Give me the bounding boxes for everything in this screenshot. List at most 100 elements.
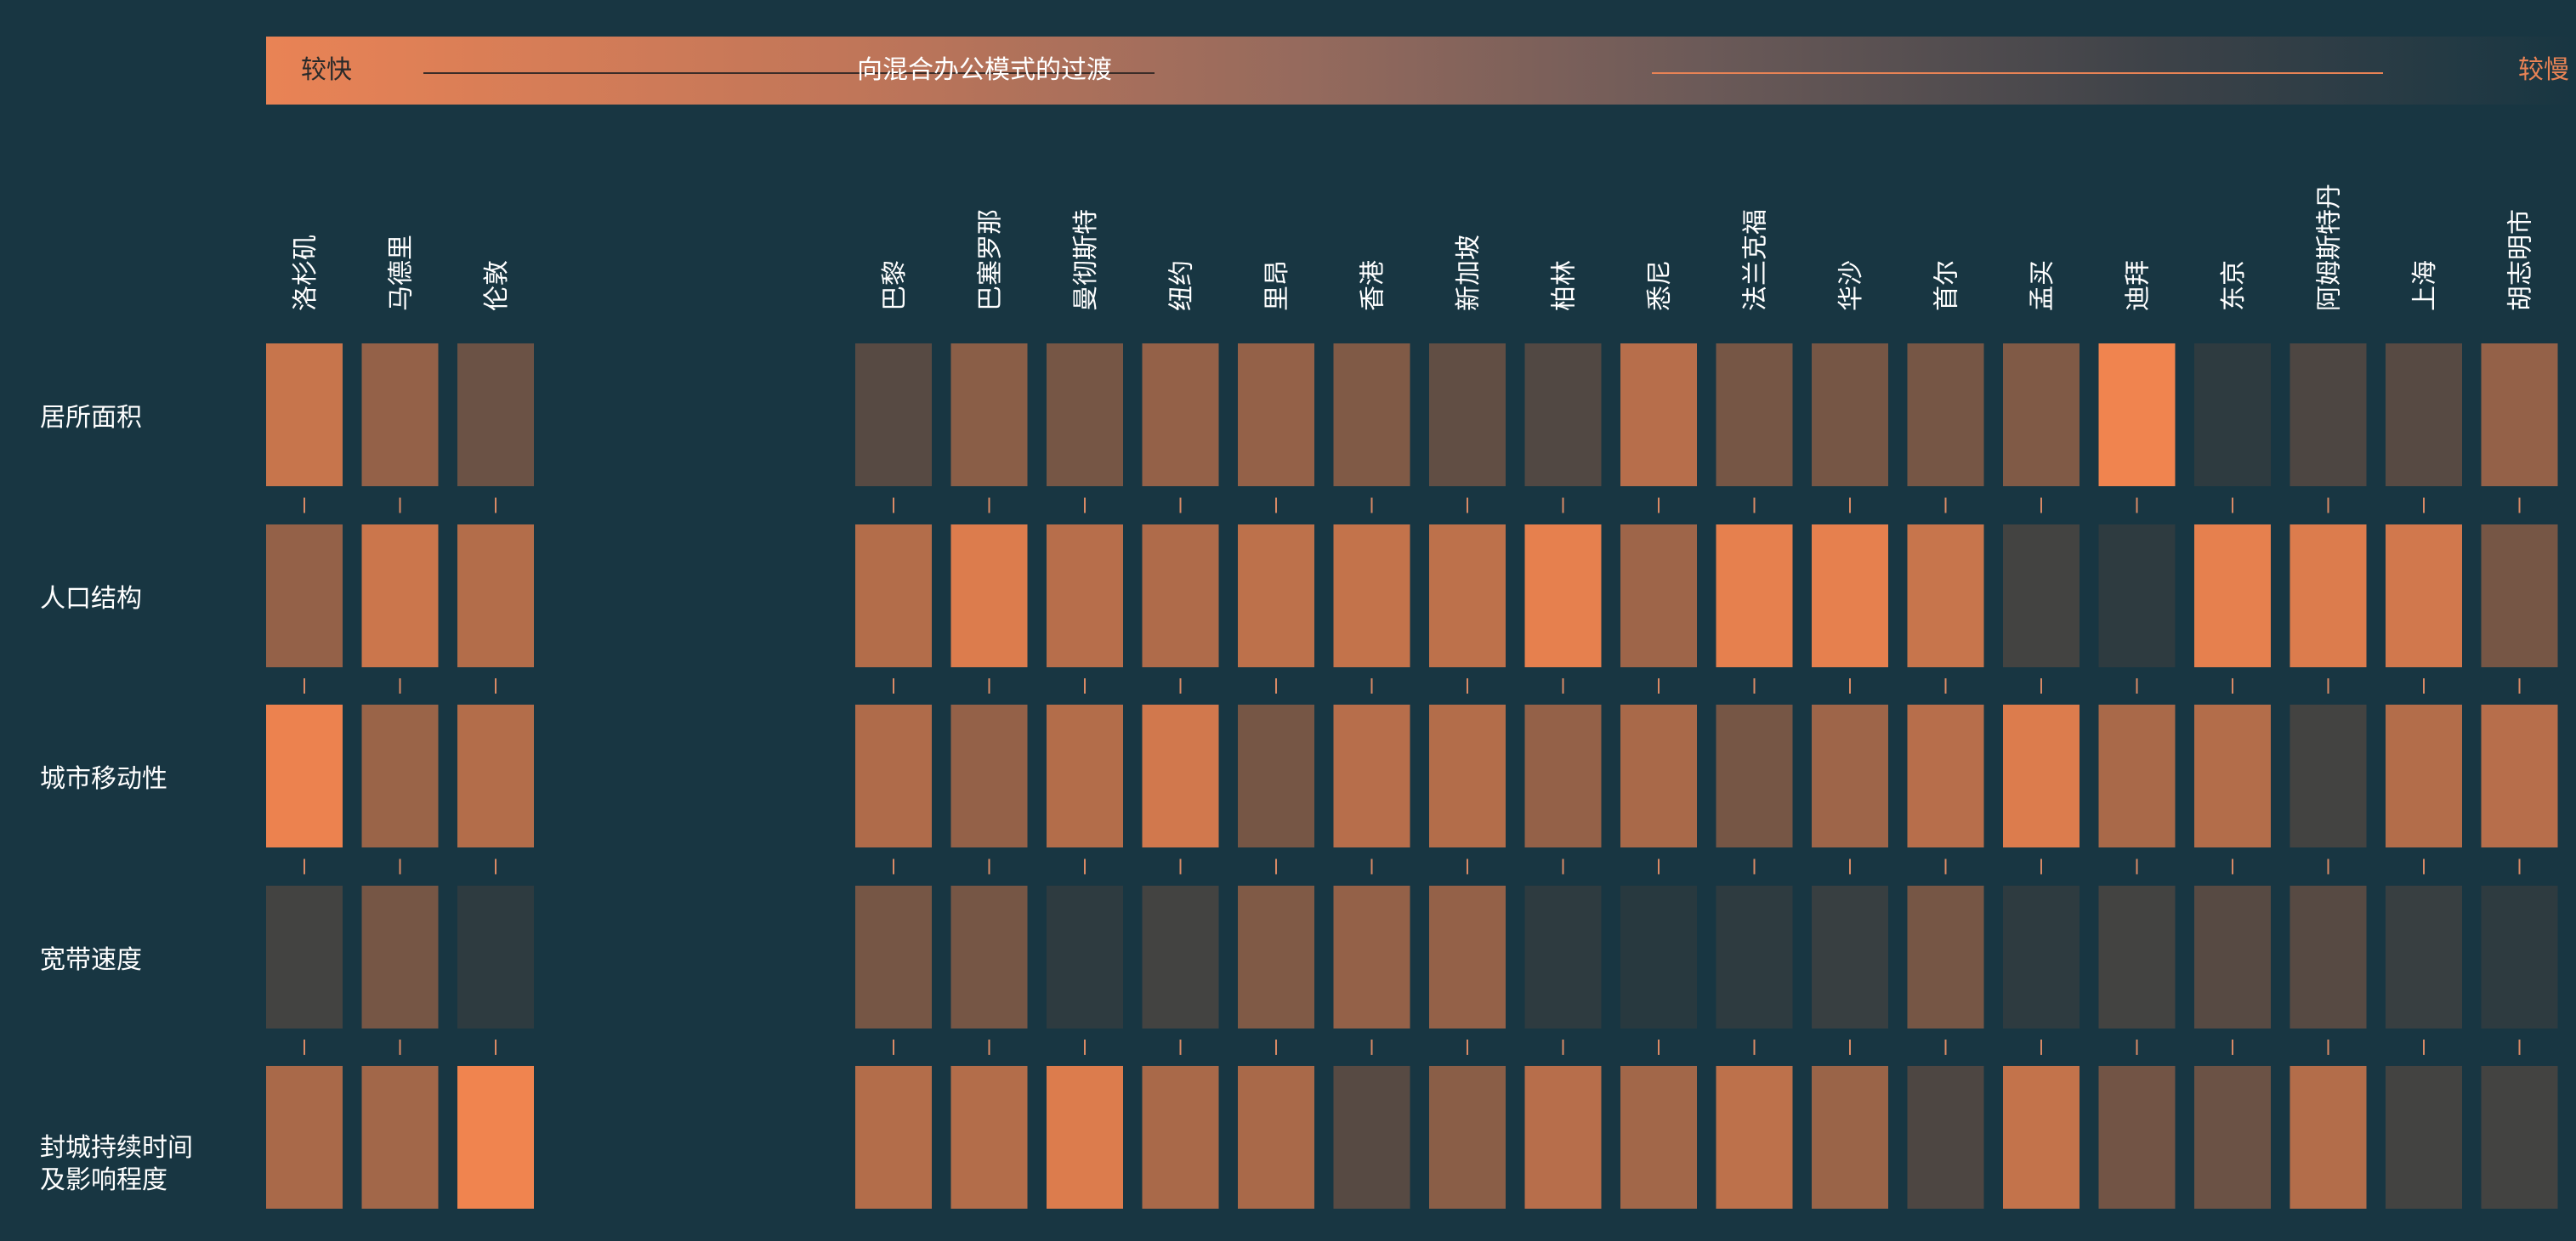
city-label: 纽约 (1167, 260, 1197, 311)
heatmap-cell (2003, 343, 2080, 486)
heatmap-cell (855, 1066, 932, 1209)
city-label: 华沙 (1836, 260, 1866, 311)
row-label: 宽带速度 (40, 945, 142, 975)
row-label: 城市移动性 (40, 764, 167, 794)
heatmap-cell (1142, 886, 1219, 1028)
row-label: 人口结构 (40, 584, 142, 614)
heatmap-cell (1907, 705, 1984, 847)
heatmap-cell (2098, 886, 2176, 1028)
heatmap-cell (1238, 705, 1314, 847)
heatmap-cell (266, 1066, 343, 1209)
heatmap-cell (1716, 886, 1793, 1028)
heatmap-cell (1907, 886, 1984, 1028)
city-label: 香港 (1359, 260, 1388, 311)
heatmap-cell (457, 705, 534, 847)
heatmap-cell (1620, 886, 1697, 1028)
city-label: 迪拜 (2124, 260, 2153, 311)
heatmap-cell (1238, 886, 1314, 1028)
heatmap-cell (1716, 343, 1793, 486)
heatmap-cell (1333, 1066, 1410, 1209)
heatmap-cell (1907, 1066, 1984, 1209)
heatmap-cell (2194, 1066, 2271, 1209)
heatmap-cell (2003, 705, 2080, 847)
heatmap-cell (1716, 1066, 1793, 1209)
heatmap-cell (2194, 886, 2271, 1028)
heatmap-cell (1812, 343, 1888, 486)
heatmap-cell (2194, 524, 2271, 667)
heatmap-cell (2386, 524, 2462, 667)
heatmap-cell (361, 524, 439, 667)
heatmap-cell (2481, 705, 2558, 847)
heatmap-cell (1429, 886, 1506, 1028)
heatmap-cell (1047, 524, 1123, 667)
heatmap-cell (1142, 1066, 1219, 1209)
heatmap-cell (2386, 1066, 2462, 1209)
heatmap-cell (1047, 886, 1123, 1028)
heatmap-cell (1238, 524, 1314, 667)
heatmap-cell (1142, 524, 1219, 667)
heatmap-cell (950, 343, 1028, 486)
heatmap-cell (1047, 343, 1123, 486)
heatmap-cell (950, 1066, 1028, 1209)
city-label: 柏林 (1550, 260, 1580, 311)
heatmap-cell (1524, 1066, 1602, 1209)
heatmap-cell (266, 886, 343, 1028)
heatmap-cell (1333, 524, 1410, 667)
heatmap-cell (266, 524, 343, 667)
heatmap-cell (2481, 1066, 2558, 1209)
row-label: 居所面积 (40, 403, 142, 433)
heatmap-cell (2386, 705, 2462, 847)
chart-stage: 较快 向混合办公模式的过渡 较慢 洛杉矶 马德里 伦敦 巴黎 巴塞罗那 曼彻斯特 纽约 里昂香… (0, 0, 2576, 1241)
heatmap-cell (1429, 705, 1506, 847)
heatmap-cell (457, 524, 534, 667)
heatmap-cell (1238, 1066, 1314, 1209)
heatmap-cell (2289, 886, 2367, 1028)
heatmap-cell (855, 524, 932, 667)
heatmap-cell (266, 343, 343, 486)
city-label: 里昂 (1262, 260, 1292, 311)
heatmap-cell (2481, 524, 2558, 667)
heatmap-cell (457, 1066, 534, 1209)
heatmap-cell (855, 886, 932, 1028)
heatmap-cell (1333, 343, 1410, 486)
heatmap-cell (1429, 524, 1506, 667)
city-label: 孟买 (2028, 260, 2057, 311)
heatmap-cell (1812, 1066, 1888, 1209)
heatmap-cell (2194, 705, 2271, 847)
city-label: 法兰克福 (1741, 209, 1771, 311)
city-label: 洛杉矶 (291, 235, 321, 311)
heatmap-cell (457, 886, 534, 1028)
heatmap-cell (1142, 343, 1219, 486)
heatmap-cell (2194, 343, 2271, 486)
heatmap-cell (1620, 524, 1697, 667)
city-label: 伦敦 (482, 260, 512, 311)
city-label: 东京 (2219, 260, 2249, 311)
heatmap-cell (1620, 705, 1697, 847)
city-label: 巴塞罗那 (976, 209, 1006, 311)
heatmap-cell (2386, 886, 2462, 1028)
heatmap-cell (1907, 524, 1984, 667)
heatmap-cell (361, 343, 439, 486)
heatmap-cell (361, 1066, 439, 1209)
heatmap-cell (1812, 705, 1888, 847)
city-label: 上海 (2410, 260, 2440, 311)
city-label: 胡志明市 (2506, 209, 2536, 311)
heatmap-cell (950, 705, 1028, 847)
heatmap-cell (1429, 343, 1506, 486)
heatmap-cell (855, 343, 932, 486)
heatmap-cell (1716, 524, 1793, 667)
heatmap-cell (1524, 705, 1602, 847)
heatmap-cell (855, 705, 932, 847)
heatmap-cell (266, 705, 343, 847)
heatmap-cell (2289, 524, 2367, 667)
heatmap-cell (2003, 1066, 2080, 1209)
city-label: 阿姆斯特丹 (2315, 184, 2345, 311)
heatmap-cell (2481, 343, 2558, 486)
heatmap-cell (2098, 343, 2176, 486)
heatmap-cell (361, 886, 439, 1028)
heatmap-cell (2098, 1066, 2176, 1209)
heatmap-cell (2003, 524, 2080, 667)
heatmap-cell (2289, 343, 2367, 486)
heatmap-cell (1333, 886, 1410, 1028)
heatmap-svg: 洛杉矶 马德里 伦敦 巴黎 巴塞罗那 曼彻斯特 纽约 里昂 香港 新加坡 柏林 悉尼 法兰克福 华沙 首尔 孟… (266, 184, 2558, 1209)
